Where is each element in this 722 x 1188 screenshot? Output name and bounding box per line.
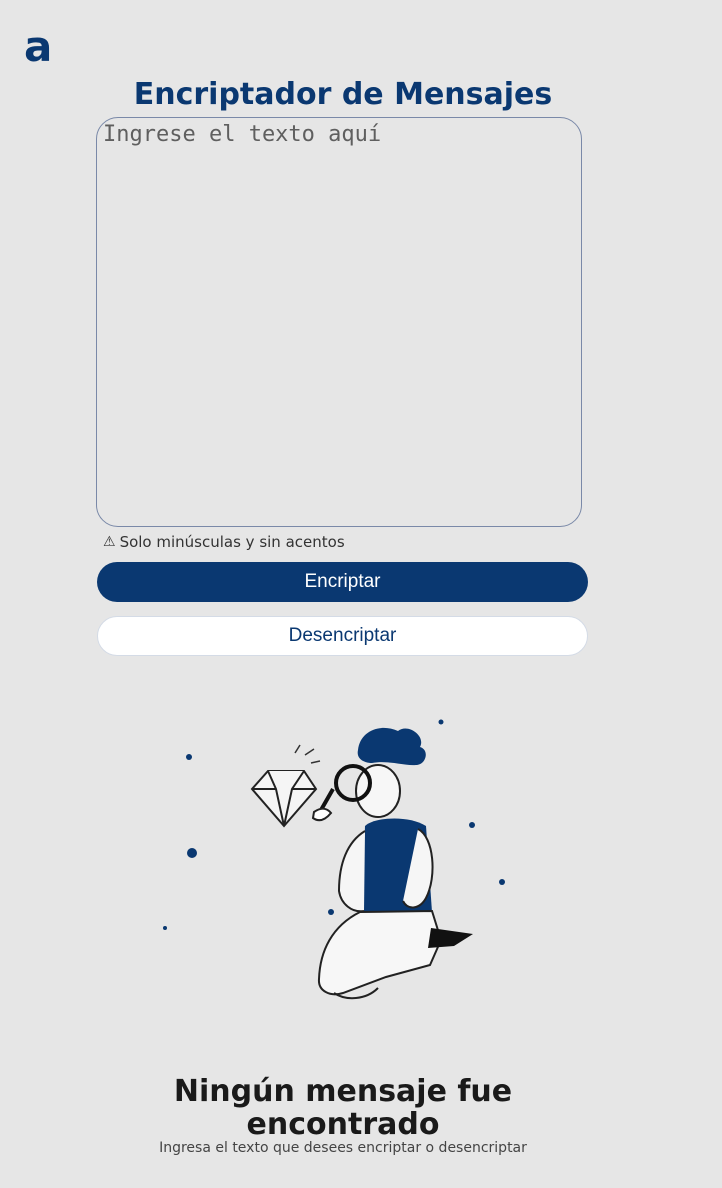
decrypt-button[interactable]: Desencriptar [97,616,588,656]
input-hint: ⚠ Solo minúsculas y sin acentos [103,533,345,551]
message-input[interactable] [96,117,582,527]
page-title: Encriptador de Mensajes [133,77,553,113]
encrypt-button[interactable]: Encriptar [97,562,588,602]
hint-text: Solo minúsculas y sin acentos [119,533,345,551]
app-logo[interactable]: a [24,26,52,68]
empty-state-subtitle: Ingresa el texto que desees encriptar o … [159,1140,527,1156]
sparkle-lines [294,744,321,764]
warning-icon: ⚠ [103,534,116,550]
empty-state-title: Ningún mensaje fue encontrado [0,1075,686,1141]
empty-state-title-text: Ningún mensaje fue encontrado [173,1073,513,1142]
figure-illustration [311,727,473,1000]
decorative-dots [163,719,505,930]
diamond-icon [250,770,318,828]
empty-state-illustration [150,705,530,1025]
